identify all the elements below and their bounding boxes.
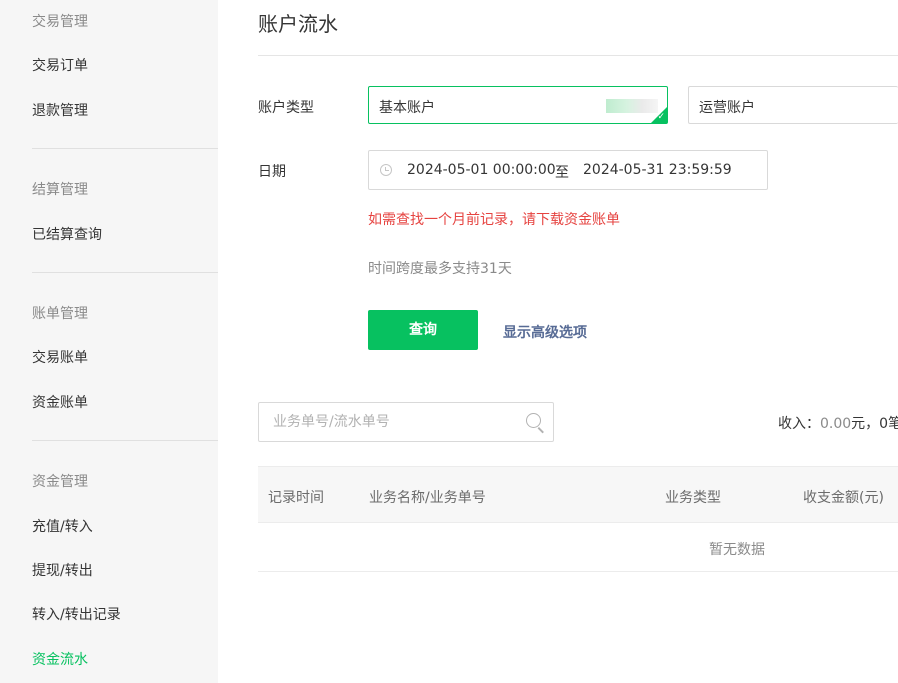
sidebar-group-title-settlement: 结算管理 [32,182,88,198]
sidebar-group-title-funds: 资金管理 [32,474,88,490]
income-unit: 元， [851,416,880,432]
sidebar-divider [32,440,218,441]
account-option-label: 基本账户 [379,100,435,116]
date-range-picker[interactable]: 2024-05-01 00:00:00 至 2024-05-31 23:59:5… [368,150,768,190]
advanced-options-link[interactable]: 显示高级选项 [503,322,587,342]
date-tip: 时间跨度最多支持31天 [368,261,512,277]
sidebar-item-transfer-records[interactable]: 转入/转出记录 [32,604,121,624]
date-end[interactable]: 2024-05-31 23:59:59 [583,162,732,178]
column-header-time: 记录时间 [268,490,324,506]
sidebar-group-title-bills: 账单管理 [32,306,88,322]
table-empty-text: 暂无数据 [709,542,765,558]
count-unit: 笔 [888,416,898,432]
column-header-business-name: 业务名称/业务单号 [369,490,486,506]
account-option-operation[interactable]: 运营账户 [688,86,898,124]
checkmark-icon: ✓ [657,112,665,122]
sidebar-divider [32,272,218,273]
date-warning: 如需查找一个月前记录，请下载资金账单 [368,212,620,228]
sidebar-item-withdraw[interactable]: 提现/转出 [32,560,93,580]
search-icon[interactable] [526,413,541,428]
title-divider [258,55,898,56]
clock-icon [380,164,392,176]
income-label: 收入： [778,416,820,432]
sidebar-divider [32,148,218,149]
sidebar: 交易管理 交易订单 退款管理 结算管理 已结算查询 账单管理 交易账单 资金账单… [0,0,218,683]
date-separator: 至 [555,165,569,181]
income-summary: 收入：0.00元，0笔 [778,413,898,433]
date-label: 日期 [258,164,286,180]
sidebar-group-title-trade: 交易管理 [32,14,88,30]
page-title: 账户流水 [258,12,338,36]
account-type-label: 账户类型 [258,100,314,116]
account-option-label: 运营账户 [699,100,755,116]
column-header-amount: 收支金额(元) [803,490,884,506]
date-start[interactable]: 2024-05-01 00:00:00 [407,162,556,178]
sidebar-item-settled-query[interactable]: 已结算查询 [32,224,102,244]
sidebar-item-trade-bill[interactable]: 交易账单 [32,347,88,367]
search-input[interactable] [258,402,554,442]
count-value: 0 [879,416,889,432]
income-value: 0.00 [820,416,852,432]
sidebar-item-fund-flow[interactable]: 资金流水 [32,649,88,669]
sidebar-item-recharge[interactable]: 充值/转入 [32,516,93,536]
column-header-business-type: 业务类型 [665,490,721,506]
sidebar-item-refund-management[interactable]: 退款管理 [32,100,88,120]
account-option-basic[interactable]: 基本账户 ✓ [368,86,668,124]
table-bottom-border [258,571,898,572]
table-header: 记录时间 业务名称/业务单号 业务类型 收支金额(元) [258,466,898,523]
sidebar-item-fund-bill[interactable]: 资金账单 [32,392,88,412]
query-button[interactable]: 查询 [368,310,478,350]
sidebar-item-trade-orders[interactable]: 交易订单 [32,55,88,75]
